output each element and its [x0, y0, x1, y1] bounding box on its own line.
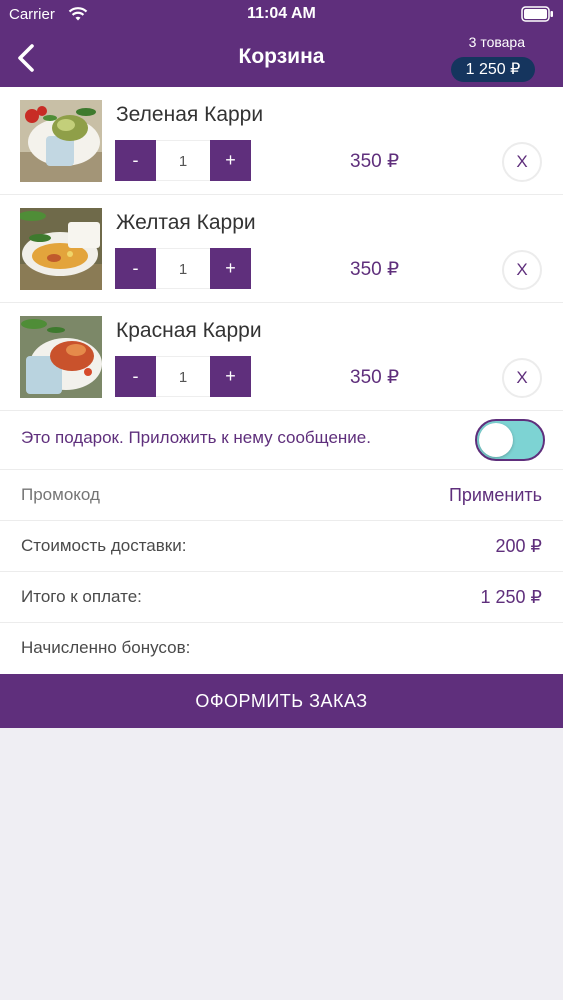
remove-item-button[interactable]: X: [502, 250, 542, 290]
quantity-increase-button[interactable]: +: [210, 140, 251, 181]
quantity-value[interactable]: 1: [156, 248, 210, 289]
quantity-value[interactable]: 1: [156, 356, 210, 397]
battery-icon: [521, 6, 553, 22]
item-price: 350 ₽: [350, 151, 400, 172]
total-value: 1 250 ₽: [480, 587, 543, 607]
bonus-row: Начисленно бонусов:: [0, 623, 563, 674]
cart-content: Зеленая Карри - 1 + 350 ₽ X Желтая Карри…: [0, 87, 563, 728]
bonus-label: Начисленно бонусов:: [21, 638, 191, 657]
promo-row: Применить: [0, 470, 563, 521]
delivery-cost-value: 200 ₽: [495, 536, 543, 556]
item-name: Желтая Карри: [116, 211, 256, 234]
green-curry-photo[interactable]: [20, 100, 102, 182]
item-name: Красная Карри: [116, 319, 262, 342]
quantity-decrease-button[interactable]: -: [115, 248, 156, 289]
promo-code-input[interactable]: [21, 485, 321, 505]
cart-item: Зеленая Карри - 1 + 350 ₽ X: [0, 87, 563, 195]
red-curry-photo[interactable]: [20, 316, 102, 398]
remove-item-button[interactable]: X: [502, 358, 542, 398]
nav-header: Carrier 11:04 AM Корзина 3 товара 1 250 …: [0, 0, 563, 87]
remove-item-button[interactable]: X: [502, 142, 542, 182]
item-price: 350 ₽: [350, 259, 400, 280]
quantity-value[interactable]: 1: [156, 140, 210, 181]
gift-message-label: Это подарок. Приложить к нему сообщение.: [21, 428, 371, 447]
quantity-decrease-button[interactable]: -: [115, 140, 156, 181]
gift-row: Это подарок. Приложить к нему сообщение.: [0, 411, 563, 470]
yellow-curry-photo[interactable]: [20, 208, 102, 290]
quantity-increase-button[interactable]: +: [210, 356, 251, 397]
quantity-decrease-button[interactable]: -: [115, 356, 156, 397]
item-price: 350 ₽: [350, 367, 400, 388]
delivery-cost-label: Стоимость доставки:: [21, 536, 187, 555]
checkout-button[interactable]: ОФОРМИТЬ ЗАКАЗ: [0, 674, 563, 728]
cart-item: Желтая Карри - 1 + 350 ₽ X: [0, 195, 563, 303]
toggle-knob: [479, 423, 513, 457]
total-row: Итого к оплате: 1 250 ₽: [0, 572, 563, 623]
clock: 11:04 AM: [247, 5, 316, 22]
gift-toggle[interactable]: [475, 419, 545, 461]
quantity-increase-button[interactable]: +: [210, 248, 251, 289]
status-bar: Carrier 11:04 AM: [0, 0, 563, 30]
cart-items-count: 3 товара: [468, 34, 525, 50]
apply-promo-button[interactable]: Применить: [449, 485, 542, 506]
item-name: Зеленая Карри: [116, 103, 264, 126]
cart-total-badge: 1 250 ₽: [451, 57, 535, 82]
delivery-row: Стоимость доставки: 200 ₽: [0, 521, 563, 572]
total-label: Итого к оплате:: [21, 587, 142, 606]
cart-item: Красная Карри - 1 + 350 ₽ X: [0, 303, 563, 411]
